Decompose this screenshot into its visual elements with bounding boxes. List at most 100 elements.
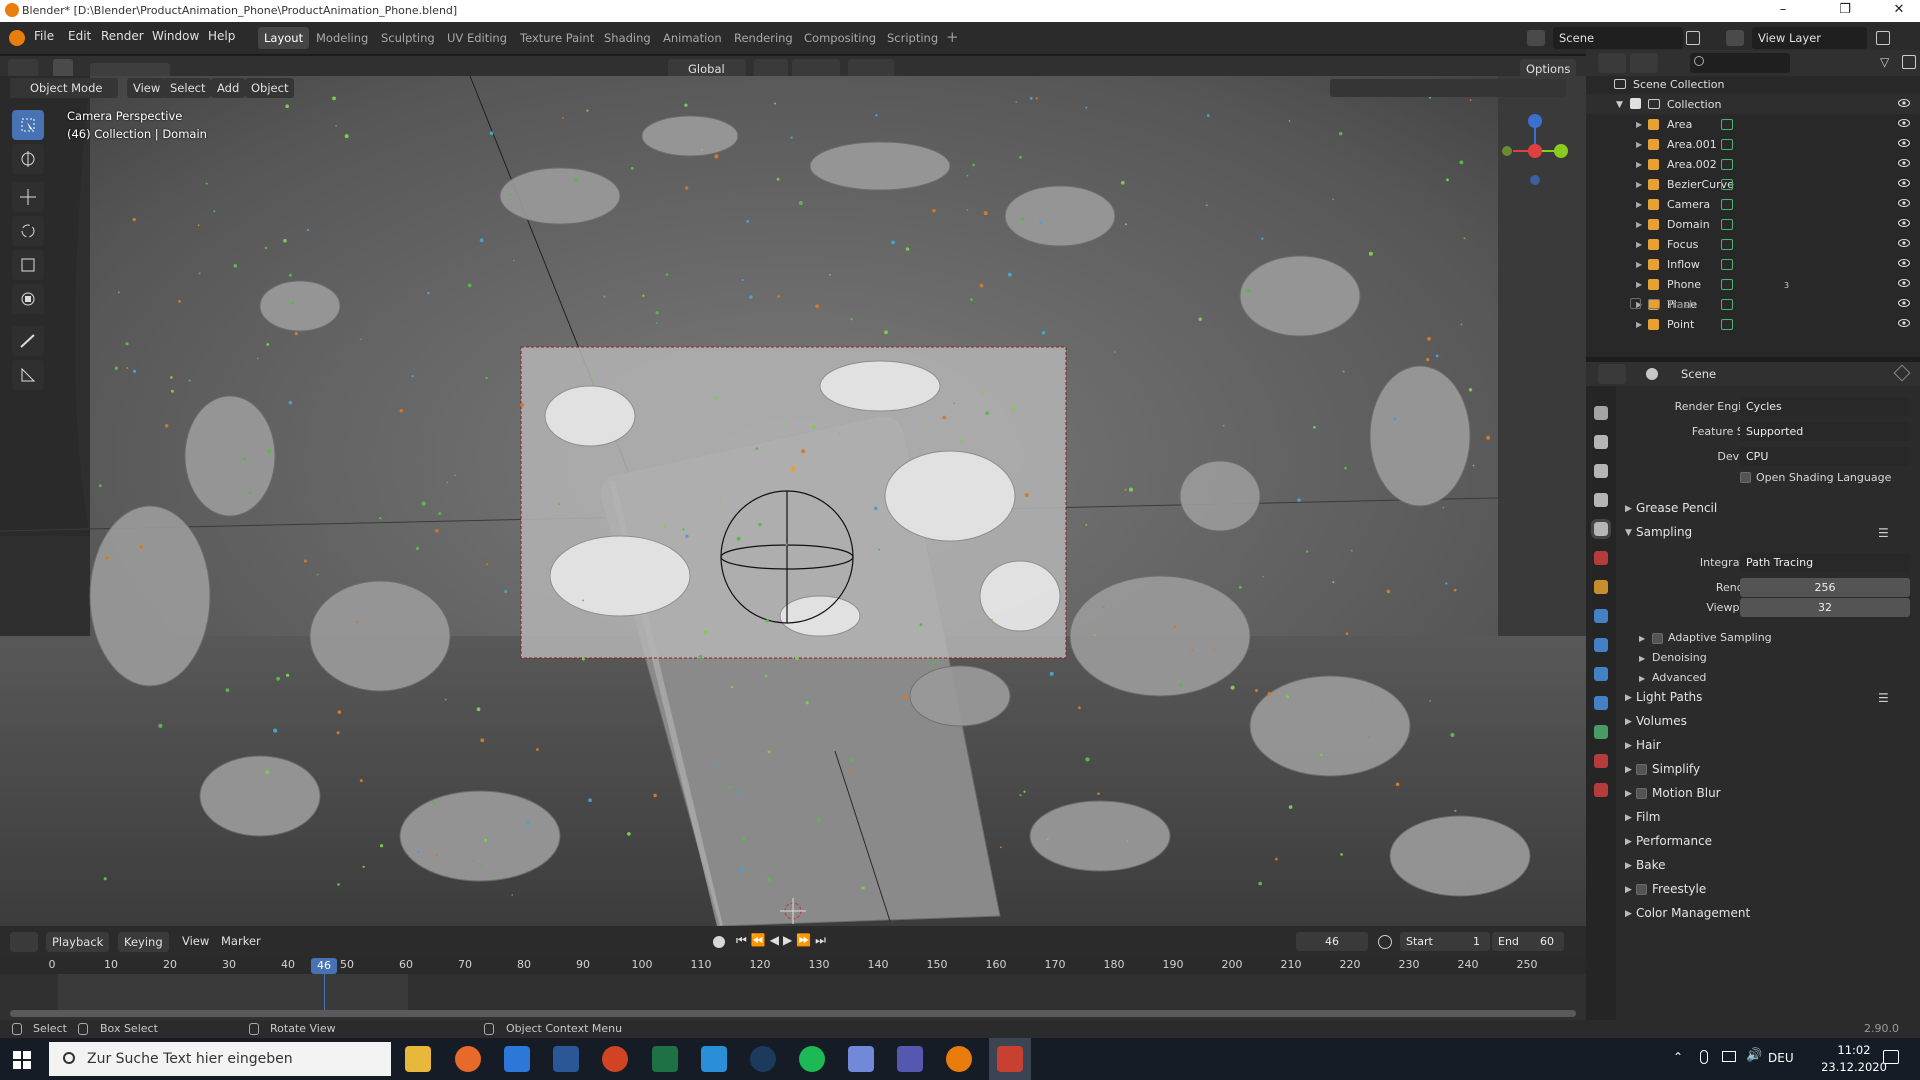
- expand-icon[interactable]: ▶: [1625, 909, 1632, 919]
- close-icon[interactable]: ✕: [1884, 2, 1914, 17]
- data-type-icon[interactable]: [1721, 219, 1733, 230]
- pan-view-icon[interactable]: [1551, 226, 1573, 248]
- restore-icon[interactable]: ❐: [1830, 2, 1860, 17]
- language-indicator[interactable]: DEU: [1768, 1051, 1794, 1065]
- menu-render[interactable]: Render: [101, 29, 144, 43]
- powerpoint-icon[interactable]: [602, 1046, 628, 1072]
- blender-taskbar-icon[interactable]: [946, 1046, 972, 1072]
- tab-compositing[interactable]: Compositing: [798, 27, 882, 49]
- expand-icon[interactable]: ▶: [1625, 789, 1632, 799]
- timeline-menu-keying[interactable]: Keying: [118, 932, 169, 952]
- eye-icon[interactable]: [1898, 157, 1910, 169]
- microphone-icon[interactable]: [1700, 1050, 1708, 1064]
- render-engine-dropdown[interactable]: Cycles: [1740, 397, 1910, 416]
- menu-edit[interactable]: Edit: [68, 29, 91, 43]
- outliner-editor-type-icon[interactable]: [1598, 53, 1626, 73]
- spotify-icon[interactable]: [799, 1046, 825, 1072]
- outliner-item-point[interactable]: ▶ Point: [1586, 314, 1920, 334]
- eye-icon[interactable]: [1898, 177, 1910, 189]
- record-icon[interactable]: [713, 936, 725, 948]
- timeline-menu-playback[interactable]: Playback: [46, 932, 110, 952]
- pin-icon[interactable]: [1893, 364, 1911, 382]
- file-explorer-icon[interactable]: [405, 1046, 431, 1072]
- outliner-item-area-002[interactable]: ▶ Area.002: [1586, 154, 1920, 174]
- tray-chevron-icon[interactable]: ⌃: [1673, 1050, 1683, 1064]
- rotate-tool-icon[interactable]: [12, 216, 44, 246]
- data-type-icon[interactable]: [1721, 179, 1733, 190]
- properties-editor-type-icon[interactable]: [1598, 364, 1626, 384]
- windows-start-icon[interactable]: [13, 1051, 31, 1069]
- tab-animation[interactable]: Animation: [657, 27, 728, 49]
- current-frame-field[interactable]: 46: [1296, 932, 1368, 951]
- tab-scripting[interactable]: Scripting: [881, 27, 944, 49]
- playhead-frame-indicator[interactable]: 46: [311, 958, 337, 974]
- outliner-scene-collection[interactable]: Scene Collection: [1586, 74, 1920, 94]
- annotate-tool-icon[interactable]: [12, 326, 44, 356]
- grease-pencil-expand-icon[interactable]: ▶: [1625, 504, 1632, 514]
- tab-modeling[interactable]: Modeling: [310, 27, 374, 49]
- expand-icon[interactable]: ▶: [1636, 140, 1642, 149]
- section-checkbox[interactable]: [1636, 764, 1647, 775]
- outliner-search-input[interactable]: [1690, 53, 1790, 73]
- eye-icon[interactable]: [1898, 277, 1910, 289]
- outliner-item-area[interactable]: ▶ Area: [1586, 114, 1920, 134]
- clock-date[interactable]: 23.12.2020: [1820, 1060, 1888, 1074]
- data-type-icon[interactable]: [1721, 119, 1733, 130]
- view-layer-selector[interactable]: View Layer: [1752, 27, 1867, 49]
- material-tab-icon[interactable]: [1594, 754, 1608, 768]
- outliner-item-focus[interactable]: ▶ Focus: [1586, 234, 1920, 254]
- device-dropdown[interactable]: CPU: [1740, 447, 1910, 466]
- outliner-item-camera[interactable]: ▶ Camera: [1586, 194, 1920, 214]
- transform-tool-icon[interactable]: [12, 284, 44, 314]
- timeline[interactable]: 0 10 20 30 40 50 60 70 80 90 100 110 120 130 140 150 160…: [0, 958, 1586, 1020]
- select-box-tool-icon[interactable]: [12, 110, 44, 140]
- expand-icon[interactable]: ▶: [1625, 813, 1632, 823]
- scene-tab-icon[interactable]: [1591, 519, 1611, 539]
- end-frame-field[interactable]: End 60: [1492, 932, 1564, 951]
- expand-icon[interactable]: ▶: [1636, 200, 1642, 209]
- eye-icon[interactable]: [1898, 117, 1910, 129]
- expand-icon[interactable]: ▶: [1636, 320, 1642, 329]
- data-type-icon[interactable]: [1721, 239, 1733, 250]
- scene-selector[interactable]: Scene: [1553, 27, 1683, 49]
- data-type-icon[interactable]: [1721, 139, 1733, 150]
- cursor-tool-icon[interactable]: [12, 144, 44, 174]
- data-type-icon[interactable]: [1721, 159, 1733, 170]
- camera-view-icon[interactable]: [1551, 256, 1573, 278]
- notification-icon[interactable]: [1883, 1050, 1899, 1064]
- osl-checkbox[interactable]: [1740, 472, 1751, 483]
- blender-active-taskbar-icon[interactable]: [997, 1046, 1023, 1072]
- menu-file[interactable]: File: [34, 29, 54, 43]
- menu-window[interactable]: Window: [152, 29, 199, 43]
- tab-texture-paint[interactable]: Texture Paint: [514, 27, 600, 49]
- 3d-viewport[interactable]: Camera Perspective (46) Collection | Dom…: [0, 76, 1586, 926]
- expand-icon[interactable]: ▶: [1625, 861, 1632, 871]
- section-sampling[interactable]: Sampling: [1636, 525, 1692, 539]
- playback-controls-icon[interactable]: ⏮⏪◀▶⏩⏭: [736, 933, 848, 951]
- render-samples-field[interactable]: 256: [1740, 578, 1910, 597]
- expand-icon[interactable]: ▶: [1636, 240, 1642, 249]
- expand-icon[interactable]: ▶: [1625, 837, 1632, 847]
- blender-menu-icon[interactable]: [9, 30, 25, 46]
- eye-icon[interactable]: [1898, 257, 1910, 269]
- tab-uv-editing[interactable]: UV Editing: [441, 27, 513, 49]
- expand-icon[interactable]: ▶: [1625, 717, 1632, 727]
- new-collection-icon[interactable]: [1902, 55, 1916, 69]
- new-scene-icon[interactable]: [1686, 31, 1700, 45]
- modifier-tab-icon[interactable]: [1594, 609, 1608, 623]
- viewport-samples-field[interactable]: 32: [1740, 598, 1910, 617]
- expand-icon[interactable]: ▶: [1636, 260, 1642, 269]
- todo-icon[interactable]: [504, 1046, 530, 1072]
- data-type-icon[interactable]: [1721, 279, 1733, 290]
- expand-icon[interactable]: ▶: [1636, 180, 1642, 189]
- tool-tab-icon[interactable]: [1594, 406, 1608, 420]
- new-view-layer-icon[interactable]: [1876, 31, 1890, 45]
- expand-icon[interactable]: ▶: [1625, 885, 1632, 895]
- outliner-item-phone[interactable]: ▶ Phone 3: [1586, 274, 1920, 294]
- expand-icon[interactable]: ▶: [1636, 220, 1642, 229]
- minimize-icon[interactable]: –: [1768, 2, 1798, 17]
- expand-icon[interactable]: ▶: [1639, 634, 1645, 643]
- presets-icon[interactable]: ☰: [1878, 526, 1889, 540]
- sampling-expand-icon[interactable]: ▼: [1625, 528, 1632, 538]
- timeline-menu-view[interactable]: View: [182, 934, 209, 948]
